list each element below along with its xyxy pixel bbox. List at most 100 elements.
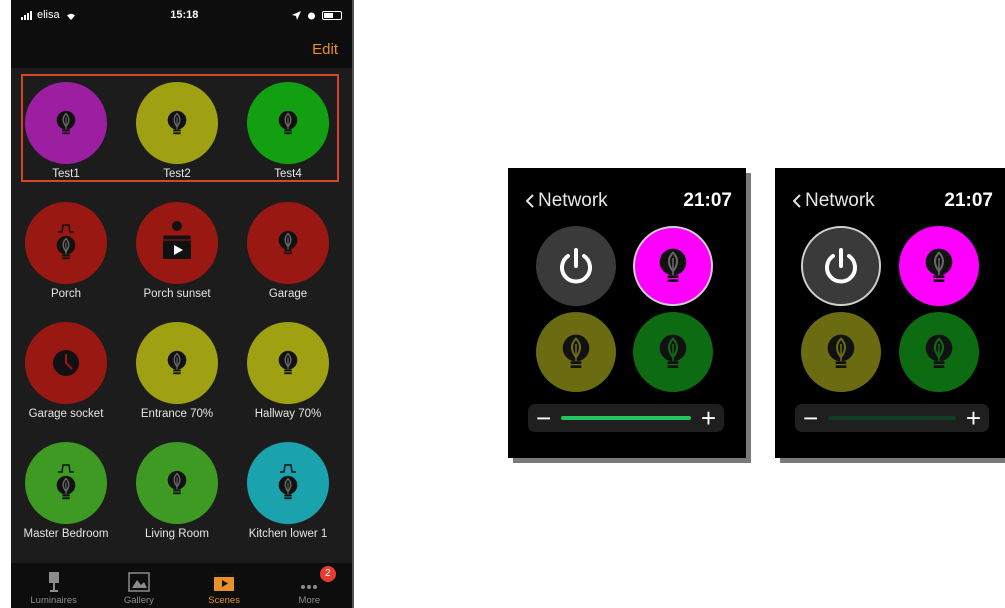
scene-disc xyxy=(247,442,329,524)
slider-track[interactable] xyxy=(561,416,691,420)
tab-label: Gallery xyxy=(123,595,154,606)
bulb-icon xyxy=(278,350,298,375)
scene-film-icon xyxy=(162,221,192,259)
power-button[interactable] xyxy=(801,226,881,306)
clock-icon xyxy=(53,350,79,376)
chevron-left-icon xyxy=(793,194,801,208)
chevron-left-icon xyxy=(526,194,534,208)
scene-disc xyxy=(136,202,218,284)
scene-tile[interactable]: Test2 xyxy=(122,68,232,186)
tab-bar: Luminaires Gallery Scenes More 2 xyxy=(11,563,352,608)
scene-row: Garage socket Entrance 70% Hallway 70% xyxy=(11,308,352,428)
power-button[interactable] xyxy=(536,226,616,306)
bulb-icon xyxy=(562,334,590,368)
scene-tile[interactable]: Test1 xyxy=(11,68,121,186)
tab-gallery[interactable]: Gallery xyxy=(96,563,181,608)
status-bar: elisa 15:18 xyxy=(11,0,352,30)
watch-header: Network 21:07 xyxy=(793,190,993,212)
scene-label: Garage xyxy=(268,288,308,300)
scene-tile[interactable]: Garage xyxy=(233,188,343,306)
bulb-icon xyxy=(167,470,187,495)
carrier-label: elisa xyxy=(37,9,60,21)
bulb-icon xyxy=(925,248,953,282)
scene-tile[interactable]: Garage socket xyxy=(11,308,121,426)
scene-disc xyxy=(247,82,329,164)
scene-button[interactable] xyxy=(899,312,979,392)
nav-bar: Edit xyxy=(11,30,352,68)
bulb-icon xyxy=(278,230,298,255)
scene-tile[interactable]: Porch xyxy=(11,188,121,306)
scene-disc xyxy=(25,202,107,284)
scene-disc xyxy=(25,322,107,404)
battery-icon xyxy=(321,10,342,20)
bulb-icon xyxy=(278,475,298,500)
tab-more[interactable]: More 2 xyxy=(267,563,352,608)
scene-tile[interactable]: Entrance 70% xyxy=(122,308,232,426)
brightness-slider[interactable]: − + xyxy=(528,404,724,432)
notification-badge: 2 xyxy=(319,566,336,582)
scene-tile[interactable]: Master Bedroom xyxy=(11,428,121,546)
watch-time: 21:07 xyxy=(683,190,732,211)
tab-luminaires[interactable]: Luminaires xyxy=(11,563,96,608)
alarm-icon xyxy=(307,12,315,19)
bulb-icon xyxy=(56,235,76,260)
status-left: elisa xyxy=(21,9,77,21)
location-icon xyxy=(291,10,301,20)
back-label: Network xyxy=(538,190,608,211)
scene-disc xyxy=(136,322,218,404)
edit-button[interactable]: Edit xyxy=(312,41,338,58)
scene-tile[interactable]: Hallway 70% xyxy=(233,308,343,426)
minus-button[interactable]: − xyxy=(803,405,818,431)
tab-scenes[interactable]: Scenes xyxy=(182,563,267,608)
minus-button[interactable]: − xyxy=(536,405,551,431)
watch-time: 21:07 xyxy=(944,190,993,211)
scene-label: Test4 xyxy=(274,168,302,180)
phone-screen: elisa 15:18 Edit Test1 Test2 Test4 Porch… xyxy=(11,0,352,608)
scene-button[interactable] xyxy=(801,312,881,392)
lamp-icon xyxy=(48,572,59,592)
scenes-icon xyxy=(214,573,235,591)
plus-button[interactable]: + xyxy=(701,405,716,431)
scene-disc xyxy=(25,82,107,164)
more-icon xyxy=(301,585,318,589)
scene-tile[interactable]: Porch sunset xyxy=(122,188,232,306)
scene-disc xyxy=(25,442,107,524)
power-icon xyxy=(825,248,857,284)
bulb-icon xyxy=(167,110,187,135)
bulb-icon xyxy=(278,110,298,135)
watch-screen: Network 21:07 − + xyxy=(508,168,746,458)
bulb-icon xyxy=(167,350,187,375)
timer-wave-icon xyxy=(58,464,74,473)
scene-button[interactable] xyxy=(899,226,979,306)
power-icon xyxy=(560,248,592,284)
watch-screen: Network 21:07 − + xyxy=(775,168,1005,458)
scene-tile[interactable]: Kitchen lower 1 xyxy=(233,428,343,546)
status-time: 15:18 xyxy=(170,9,199,21)
scene-row: Porch Porch sunset Garage xyxy=(11,188,352,308)
bulb-icon xyxy=(827,334,855,368)
status-right xyxy=(291,10,342,20)
canvas: elisa 15:18 Edit Test1 Test2 Test4 Porch… xyxy=(0,0,1005,608)
scene-button[interactable] xyxy=(536,312,616,392)
signal-icon xyxy=(21,10,32,20)
back-button[interactable]: Network xyxy=(793,190,875,212)
tab-label: Luminaires xyxy=(30,595,77,606)
scene-tile[interactable]: Test4 xyxy=(233,68,343,186)
scene-disc xyxy=(247,202,329,284)
scene-disc xyxy=(136,82,218,164)
watch-header: Network 21:07 xyxy=(526,190,732,212)
brightness-slider[interactable]: − + xyxy=(795,404,989,432)
scene-button[interactable] xyxy=(633,312,713,392)
slider-track[interactable] xyxy=(828,416,956,420)
wifi-icon xyxy=(66,13,75,20)
bulb-icon xyxy=(56,475,76,500)
bulb-icon xyxy=(56,110,76,135)
bulb-icon xyxy=(925,334,953,368)
scene-tile[interactable]: Living Room xyxy=(122,428,232,546)
bulb-icon xyxy=(659,334,687,368)
back-button[interactable]: Network xyxy=(526,190,608,212)
scene-button[interactable] xyxy=(633,226,713,306)
timer-wave-icon xyxy=(280,464,296,473)
plus-button[interactable]: + xyxy=(966,405,981,431)
scene-disc xyxy=(136,442,218,524)
